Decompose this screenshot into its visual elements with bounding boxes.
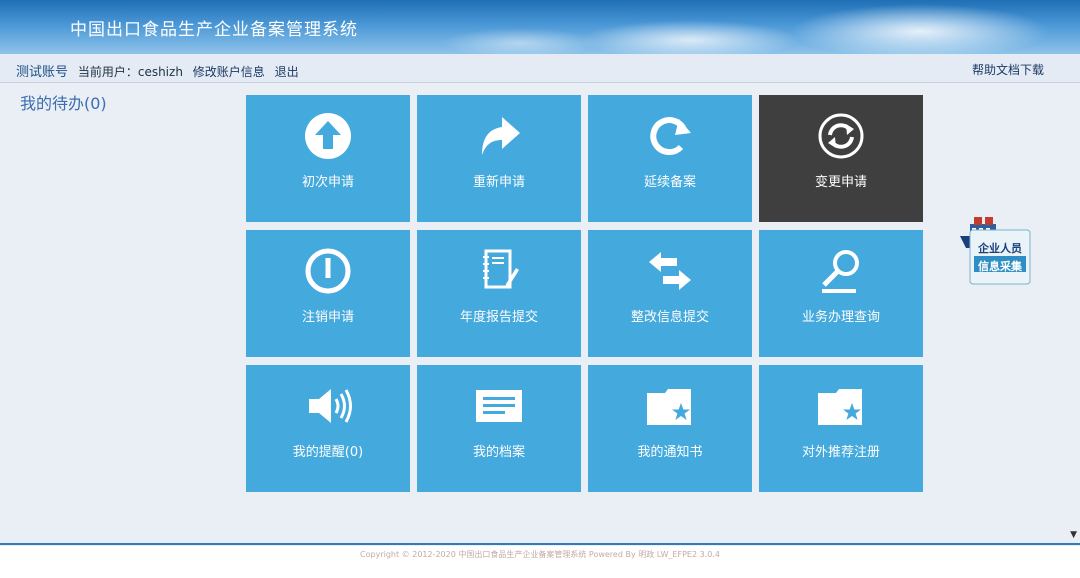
cloud-decoration [790, 4, 1050, 54]
tile-label: 重新申请 [472, 175, 525, 190]
upload-arrow-icon [246, 111, 410, 161]
staff-info-collection-widget[interactable]: 企业人员 信息采集 [958, 210, 1032, 286]
function-tile-grid: 初次申请 重新申请 延续备案 变更申请 注销申请 年度报告提交 整改信息提交 业… [246, 95, 923, 492]
power-icon [246, 246, 410, 296]
cycle-icon [759, 111, 923, 161]
current-user: 当前用户：ceshizh [77, 65, 183, 79]
widget-label-line2: 信息采集 [978, 260, 1022, 273]
tile-my-notices[interactable]: 我的通知书 [588, 365, 752, 492]
starred-folder-icon [759, 381, 923, 431]
starred-folder-icon [588, 381, 752, 431]
tile-label: 初次申请 [301, 175, 354, 190]
tile-rectification-submit[interactable]: 整改信息提交 [588, 230, 752, 357]
tile-change-application[interactable]: 变更申请 [759, 95, 923, 222]
page-scrollbar[interactable]: ▼ [1066, 54, 1080, 544]
redo-arrow-icon [417, 111, 581, 161]
speaker-icon [246, 381, 410, 431]
logout-link[interactable]: 退出 [275, 65, 299, 79]
notebook-icon [417, 246, 581, 296]
widget-label-line1: 企业人员 [978, 242, 1022, 255]
cloud-decoration [580, 20, 800, 54]
tile-label: 我的提醒(0) [292, 445, 364, 460]
tile-renewal[interactable]: 延续备案 [588, 95, 752, 222]
app-title: 中国出口食品生产企业备案管理系统 [70, 20, 358, 40]
tile-business-query[interactable]: 业务办理查询 [759, 230, 923, 357]
scroll-down-arrow-icon[interactable]: ▼ [1070, 530, 1077, 540]
edit-account-link[interactable]: 修改账户信息 [193, 65, 265, 79]
exchange-arrows-icon [588, 246, 752, 296]
top-navbar: 测试账号 当前用户：ceshizh 修改账户信息 退出 帮助文档下载 [0, 54, 1080, 83]
copyright-text: Copyright © 2012-2020 中国出口食品生产企业备案管理系统 P… [360, 550, 720, 559]
footer: Copyright © 2012-2020 中国出口食品生产企业备案管理系统 P… [0, 546, 1080, 578]
help-download-link[interactable]: 帮助文档下载 [972, 61, 1044, 78]
tile-label: 我的通知书 [637, 445, 703, 460]
account-name: 测试账号 [16, 65, 69, 80]
my-todo-link[interactable]: 我的待办(0) [20, 90, 107, 114]
refresh-icon [588, 111, 752, 161]
tile-initial-application[interactable]: 初次申请 [246, 95, 410, 222]
tile-label: 整改信息提交 [630, 310, 709, 325]
tile-label: 业务办理查询 [801, 310, 880, 325]
tile-label: 延续备案 [643, 175, 696, 190]
header-banner: 中国出口食品生产企业备案管理系统 [0, 0, 1080, 54]
tile-label: 变更申请 [814, 175, 867, 190]
tile-my-archive[interactable]: 我的档案 [417, 365, 581, 492]
tile-my-reminders[interactable]: 我的提醒(0) [246, 365, 410, 492]
magnifier-icon [759, 246, 923, 296]
tile-cancellation[interactable]: 注销申请 [246, 230, 410, 357]
tile-label: 注销申请 [301, 310, 354, 325]
tile-label: 我的档案 [472, 445, 525, 460]
tile-label: 对外推荐注册 [801, 445, 880, 460]
tile-annual-report[interactable]: 年度报告提交 [417, 230, 581, 357]
tile-external-registration[interactable]: 对外推荐注册 [759, 365, 923, 492]
document-card-icon [417, 381, 581, 431]
tile-label: 年度报告提交 [459, 310, 538, 325]
footer-divider [0, 543, 1080, 545]
tile-reapply[interactable]: 重新申请 [417, 95, 581, 222]
cloud-decoration [440, 28, 600, 54]
